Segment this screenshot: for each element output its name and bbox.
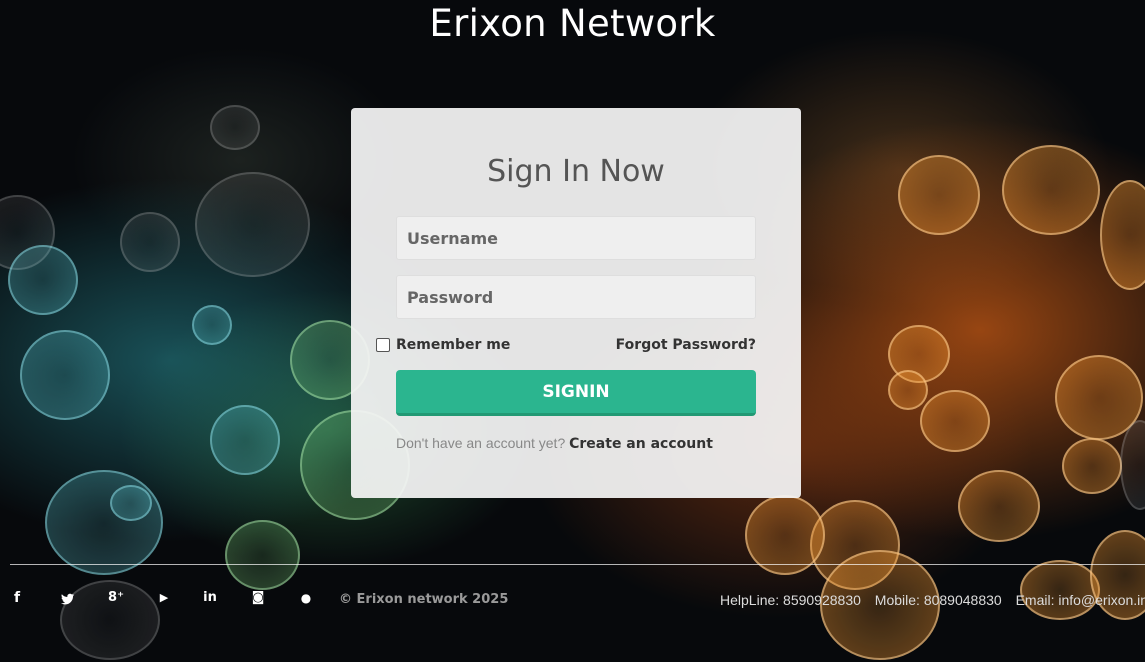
site-title: Erixon Network xyxy=(429,2,716,45)
email-text: Email: info@erixon.in xyxy=(1015,592,1145,608)
facebook-icon[interactable]: f xyxy=(5,586,29,610)
forgot-password-link[interactable]: Forgot Password? xyxy=(616,337,756,353)
signin-button[interactable]: SIGNIN xyxy=(396,370,756,416)
github-icon[interactable]: ● xyxy=(294,586,318,610)
youtube-icon[interactable]: ▶ xyxy=(152,586,176,610)
instagram-icon[interactable]: ◙ xyxy=(246,586,270,610)
signup-prompt: Don't have an account yet? Create an acc… xyxy=(396,435,713,452)
login-heading: Sign In Now xyxy=(487,154,665,189)
create-account-link[interactable]: Create an account xyxy=(569,436,713,452)
username-input[interactable] xyxy=(396,216,756,260)
mobile-text: Mobile: 8089048830 xyxy=(874,592,1002,608)
remember-me-label: Remember me xyxy=(396,337,511,353)
remember-me-checkbox[interactable] xyxy=(376,338,390,352)
password-input[interactable] xyxy=(396,275,756,319)
no-account-text: Don't have an account yet? xyxy=(396,435,566,451)
linkedin-icon[interactable]: in xyxy=(198,586,222,610)
twitter-icon[interactable] xyxy=(56,586,80,610)
copyright-text: © Erixon network 2025 xyxy=(339,592,509,607)
login-card: Sign In Now Remember me Forgot Password?… xyxy=(351,108,801,498)
contact-info: HelpLine: 8590928830 Mobile: 8089048830 … xyxy=(720,592,1145,608)
remember-me[interactable]: Remember me xyxy=(376,337,510,353)
helpline-text: HelpLine: 8590928830 xyxy=(720,592,861,608)
footer-divider xyxy=(10,564,1145,565)
google-plus-icon[interactable]: 8⁺ xyxy=(104,586,128,610)
